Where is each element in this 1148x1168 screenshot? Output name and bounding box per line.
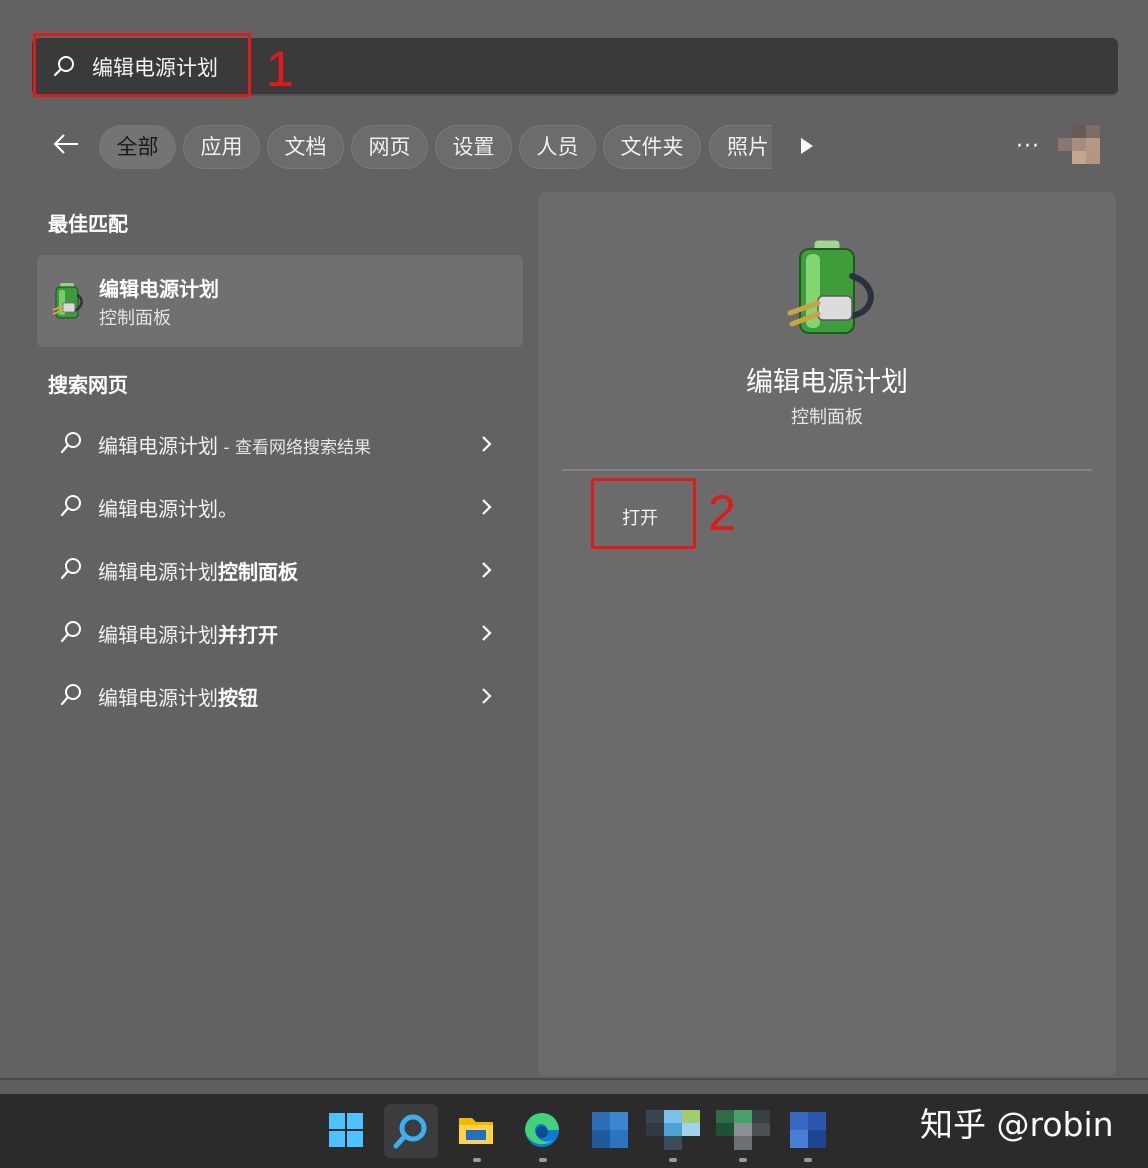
filter-folders[interactable]: 文件夹 <box>603 125 701 169</box>
search-icon <box>60 494 82 522</box>
search-icon <box>60 557 82 585</box>
avatar[interactable] <box>1058 125 1114 164</box>
filter-all[interactable]: 全部 <box>99 125 176 169</box>
search-icon <box>60 431 82 459</box>
chevron-right-icon[interactable] <box>480 433 494 459</box>
chevron-right-icon[interactable] <box>480 559 494 585</box>
detail-subtitle: 控制面板 <box>791 407 863 428</box>
battery-plug-icon <box>778 236 878 340</box>
web-result-text: 编辑电源计划 <box>98 623 218 647</box>
windows-start-icon[interactable] <box>326 1110 366 1150</box>
divider <box>562 469 1092 471</box>
running-indicator <box>804 1158 812 1162</box>
web-result-bold-text: 按钮 <box>218 686 258 710</box>
web-result-row[interactable]: 编辑电源计划 - 查看网络搜索结果 <box>40 418 520 470</box>
web-result-text: 编辑电源计划 <box>98 434 218 458</box>
web-result-text: 编辑电源计划。 <box>98 497 238 521</box>
running-indicator <box>669 1158 677 1162</box>
web-result-suffix: - 查看网络搜索结果 <box>218 438 371 458</box>
highlight-box-open <box>591 478 696 549</box>
more-options-icon[interactable]: ··· <box>1016 134 1040 159</box>
running-indicator <box>739 1158 747 1162</box>
chevron-right-icon[interactable] <box>480 622 494 648</box>
edge-browser-icon[interactable] <box>522 1110 562 1150</box>
filter-settings[interactable]: 设置 <box>435 125 512 169</box>
app-icon[interactable] <box>716 1110 770 1150</box>
best-match-category: 控制面板 <box>99 308 171 329</box>
running-indicator <box>539 1158 547 1162</box>
web-result-row[interactable]: 编辑电源计划并打开 <box>40 607 520 659</box>
search-icon[interactable] <box>384 1104 438 1158</box>
chevron-right-icon[interactable] <box>480 496 494 522</box>
chevron-right-icon[interactable] <box>480 685 494 711</box>
filter-web[interactable]: 网页 <box>351 125 428 169</box>
search-icon <box>60 620 82 648</box>
battery-plug-icon <box>51 281 85 325</box>
start-search-panel: 编辑电源计划 1 全部 应用 文档 网页 设置 人员 文件夹 照片 ··· 最佳… <box>0 0 1148 1080</box>
search-icon <box>60 683 82 711</box>
web-result-row[interactable]: 编辑电源计划按钮 <box>40 670 520 722</box>
detail-title: 编辑电源计划 <box>746 367 908 398</box>
highlight-box-search <box>33 33 251 97</box>
app-icon[interactable] <box>646 1110 700 1150</box>
back-arrow-icon[interactable] <box>52 130 80 162</box>
best-match-title: 最佳匹配 <box>48 212 128 236</box>
scroll-right-icon[interactable] <box>801 138 813 154</box>
app-icon[interactable] <box>788 1110 828 1150</box>
annotation-number-2: 2 <box>708 485 736 541</box>
app-icon[interactable] <box>590 1110 630 1150</box>
web-result-bold-text: 控制面板 <box>218 560 298 584</box>
filter-people[interactable]: 人员 <box>519 125 596 169</box>
web-search-title: 搜索网页 <box>48 373 128 397</box>
web-result-text: 编辑电源计划 <box>98 560 218 584</box>
web-result-row[interactable]: 编辑电源计划。 <box>40 481 520 533</box>
web-result-bold-text: 并打开 <box>218 623 278 647</box>
filter-documents[interactable]: 文档 <box>267 125 344 169</box>
web-result-row[interactable]: 编辑电源计划控制面板 <box>40 544 520 596</box>
detail-pane: 编辑电源计划 控制面板 打开 <box>538 192 1116 1076</box>
filter-photos[interactable]: 照片 <box>709 125 772 169</box>
file-explorer-icon[interactable] <box>456 1110 496 1150</box>
watermark: 知乎 @robin <box>920 1105 1114 1144</box>
running-indicator <box>473 1158 481 1162</box>
annotation-number-1: 1 <box>266 41 294 97</box>
filter-apps[interactable]: 应用 <box>183 125 260 169</box>
best-match-result[interactable]: 编辑电源计划 控制面板 <box>37 255 523 347</box>
web-result-text: 编辑电源计划 <box>98 686 218 710</box>
best-match-name: 编辑电源计划 <box>99 277 219 301</box>
